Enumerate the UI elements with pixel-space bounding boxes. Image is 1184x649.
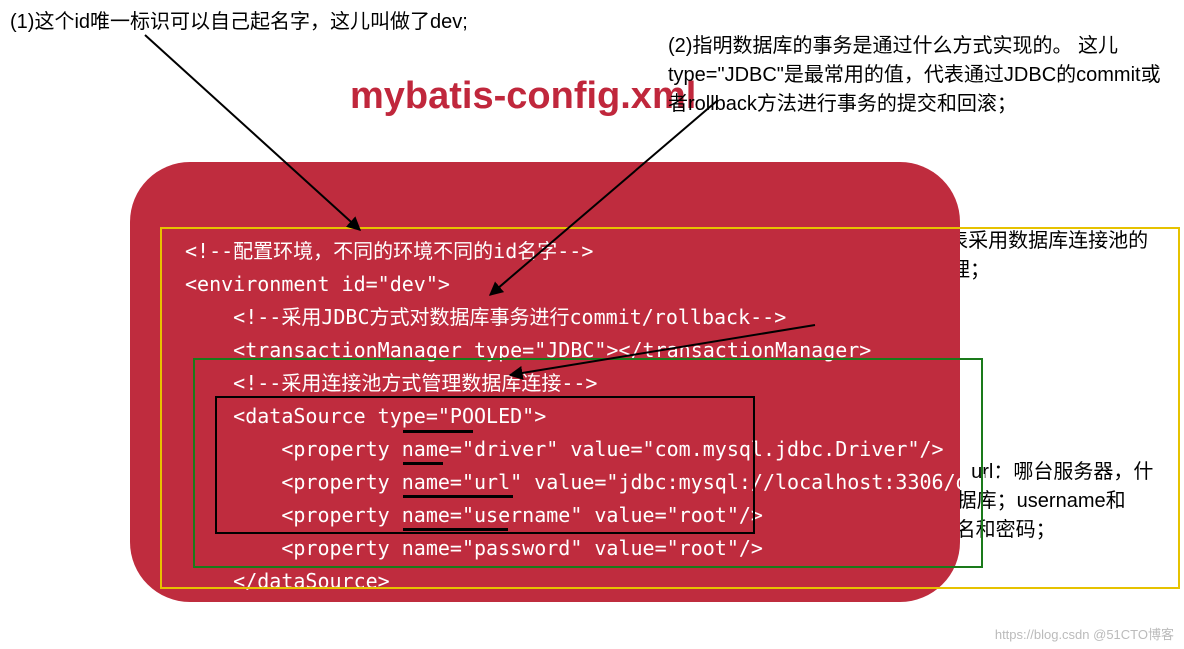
underline-username (403, 495, 513, 498)
watermark: https://blog.csdn @51CTO博客 (995, 624, 1174, 643)
highlight-rect-properties (215, 396, 755, 534)
code-line: </environment> (185, 602, 354, 626)
underline-password (403, 528, 508, 531)
annotation-2: (2)指明数据库的事务是通过什么方式实现的。 这儿type="JDBC"是最常用… (668, 32, 1178, 119)
underline-url (403, 462, 443, 465)
underline-driver (403, 430, 473, 433)
annotation-1: (1)这个id唯一标识可以自己起名字，这儿叫做了dev; (10, 8, 660, 37)
diagram-title: mybatis-config.xml (350, 75, 696, 118)
